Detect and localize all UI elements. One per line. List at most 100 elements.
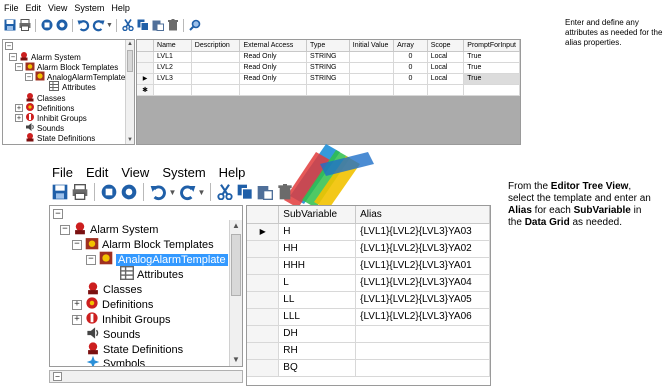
row-selector[interactable]	[247, 308, 280, 326]
cell-scope[interactable]: Local	[427, 62, 465, 74]
table-row[interactable]: HHH {LVL1}{LVL2}{LVL3}YA01	[247, 257, 490, 275]
record-icon[interactable]	[54, 18, 69, 33]
tree-item-definitions[interactable]: + Definitions	[15, 103, 74, 113]
tree-item-state-definitions[interactable]: State Definitions	[86, 342, 183, 357]
expand-icon[interactable]: +	[15, 114, 23, 122]
cell-alias[interactable]: {LVL1}{LVL2}{LVL3}YA01	[355, 257, 490, 275]
cell-prompt-for-input[interactable]: True	[463, 62, 520, 74]
chevron-down-icon[interactable]: ▼	[197, 182, 206, 202]
current-row-marker[interactable]: ▶	[137, 73, 155, 85]
column-header-array[interactable]: Array	[393, 40, 428, 52]
cut-icon[interactable]	[120, 18, 135, 33]
menu-help[interactable]: Help	[219, 165, 246, 180]
print-icon[interactable]	[70, 182, 90, 202]
cell-empty[interactable]	[393, 84, 428, 96]
redo-icon[interactable]	[177, 182, 197, 202]
cell-empty[interactable]	[239, 84, 308, 96]
column-header-initial-value[interactable]: Initial Value	[349, 40, 395, 52]
cell-alias[interactable]	[355, 325, 490, 343]
cut-icon[interactable]	[215, 182, 235, 202]
collapse-icon[interactable]: −	[72, 239, 82, 250]
table-row[interactable]: ▶ LVL3 Read Only STRING 0 Local True	[137, 73, 520, 85]
tree-item-attributes[interactable]: Attributes	[120, 266, 183, 282]
row-selector[interactable]	[247, 342, 280, 360]
record-icon[interactable]	[119, 182, 139, 202]
cell-alias[interactable]: {LVL1}{LVL2}{LVL3}YA04	[355, 274, 490, 292]
cell-subvariable[interactable]: HH	[278, 240, 357, 258]
column-header-subvariable[interactable]: SubVariable	[278, 206, 357, 224]
cell-description[interactable]	[191, 73, 241, 85]
menu-help[interactable]: Help	[111, 3, 130, 13]
cell-subvariable[interactable]: DH	[278, 325, 357, 343]
cell-subvariable[interactable]: H	[278, 223, 357, 241]
find-icon[interactable]	[187, 18, 202, 33]
cell-array[interactable]: 0	[393, 73, 428, 85]
table-row[interactable]: LLL {LVL1}{LVL2}{LVL3}YA06	[247, 308, 490, 326]
menu-file[interactable]: File	[52, 165, 73, 180]
collapse-icon[interactable]: −	[9, 53, 17, 61]
new-row[interactable]: ✱	[137, 84, 520, 96]
table-row[interactable]: LVL2 Read Only STRING 0 Local True	[137, 62, 520, 74]
tree-item-classes[interactable]: Classes	[86, 282, 142, 297]
scroll-down-icon[interactable]: ▼	[230, 356, 242, 364]
menu-edit[interactable]: Edit	[86, 165, 108, 180]
collapse-icon[interactable]: −	[60, 224, 70, 235]
column-header-description[interactable]: Description	[191, 40, 241, 52]
save-icon[interactable]	[2, 18, 17, 33]
menu-file[interactable]: File	[4, 3, 19, 13]
collapse-all-button[interactable]: −	[53, 209, 63, 219]
expand-icon[interactable]: +	[72, 314, 82, 325]
cell-empty[interactable]	[191, 84, 241, 96]
chevron-down-icon[interactable]: ▼	[106, 18, 113, 33]
cell-external-access[interactable]: Read Only	[239, 51, 308, 63]
cell-subvariable[interactable]: LLL	[278, 308, 357, 326]
undo-icon[interactable]	[76, 18, 91, 33]
table-row[interactable]: RH	[247, 342, 490, 360]
tree-item-inhibit-groups[interactable]: + Inhibit Groups	[72, 312, 170, 327]
expand-icon[interactable]: +	[72, 299, 82, 310]
save-icon[interactable]	[50, 182, 70, 202]
paste-icon[interactable]	[150, 18, 165, 33]
scrollbar-thumb[interactable]	[231, 234, 241, 296]
undo-icon[interactable]	[148, 182, 168, 202]
cell-scope[interactable]: Local	[427, 51, 465, 63]
tree-item-alarm-block-templates[interactable]: − Alarm Block Templates	[15, 62, 118, 72]
table-row[interactable]: LL {LVL1}{LVL2}{LVL3}YA05	[247, 291, 490, 309]
table-row[interactable]: LVL1 Read Only STRING 0 Local True	[137, 51, 520, 63]
column-header-scope[interactable]: Scope	[427, 40, 465, 52]
column-header-external-access[interactable]: External Access	[239, 40, 308, 52]
stop-icon[interactable]	[99, 182, 119, 202]
column-header-prompt-for-input[interactable]: PromptForInput	[463, 40, 520, 52]
redo-icon[interactable]	[91, 18, 106, 33]
scrollbar-thumb[interactable]	[127, 50, 133, 72]
cell-subvariable[interactable]: LL	[278, 291, 357, 309]
cell-alias[interactable]	[355, 359, 490, 377]
cell-subvariable[interactable]: RH	[278, 342, 357, 360]
menu-view[interactable]: View	[121, 165, 149, 180]
cell-subvariable[interactable]: BQ	[278, 359, 357, 377]
row-selector[interactable]	[247, 274, 280, 292]
cell-name[interactable]: LVL3	[153, 73, 192, 85]
menu-view[interactable]: View	[48, 3, 67, 13]
cell-initial-value[interactable]	[349, 51, 395, 63]
row-selector[interactable]	[247, 240, 280, 258]
cell-alias[interactable]	[355, 342, 490, 360]
column-header-name[interactable]: Name	[153, 40, 192, 52]
copy-icon[interactable]	[135, 18, 150, 33]
row-selector[interactable]	[137, 51, 155, 63]
scroll-up-icon[interactable]: ▲	[126, 41, 134, 47]
tree-item-symbols[interactable]: Symbols	[86, 355, 145, 366]
chevron-down-icon[interactable]: ▼	[168, 182, 177, 202]
stop-icon[interactable]	[39, 18, 54, 33]
collapse-all-button[interactable]: −	[53, 372, 62, 381]
cell-empty[interactable]	[463, 84, 520, 96]
current-row-marker[interactable]: ▶	[247, 223, 280, 241]
table-row[interactable]: ▶ H {LVL1}{LVL2}{LVL3}YA03	[247, 223, 490, 241]
row-selector[interactable]	[247, 359, 280, 377]
cell-initial-value[interactable]	[349, 73, 395, 85]
scroll-down-icon[interactable]: ▼	[126, 137, 134, 143]
cell-description[interactable]	[191, 62, 241, 74]
table-row[interactable]: DH	[247, 325, 490, 343]
cell-type[interactable]: STRING	[306, 73, 350, 85]
tree-item-analog-alarm-template[interactable]: − AnalogAlarmTemplate	[25, 71, 125, 82]
